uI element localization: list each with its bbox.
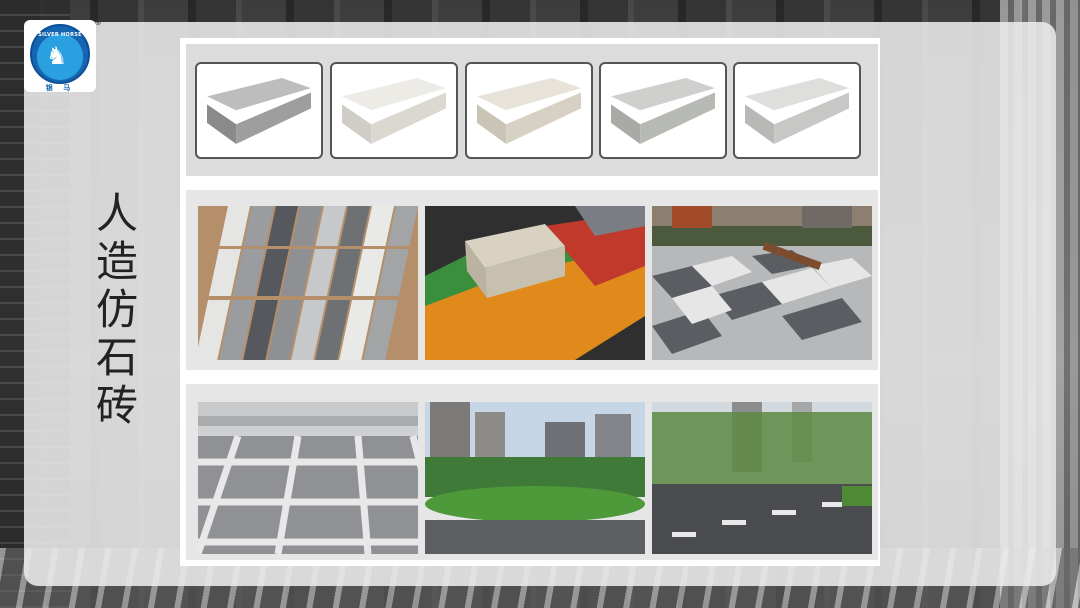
horse-icon: ♞ (46, 42, 68, 70)
logo-emblem: SILVER HORSE ♞ (30, 24, 90, 84)
park-path-photo (652, 402, 872, 554)
logo-text-en: SILVER HORSE (38, 32, 82, 38)
title-char: 石 (95, 333, 138, 382)
title-char: 造 (95, 237, 138, 286)
title-char: 砖 (95, 381, 138, 430)
brick-card (195, 62, 323, 159)
brick-image (207, 78, 311, 144)
brick-image (745, 78, 849, 144)
brick-card (733, 62, 861, 159)
brand-logo: SILVER HORSE ♞ 银 马 ® (24, 18, 102, 92)
brick-image (611, 78, 715, 144)
brick-card (465, 62, 593, 159)
residential-lawn-photo (425, 402, 645, 554)
plaza-paving-photo (652, 206, 872, 360)
striped-paving-photo (198, 206, 418, 360)
brick-image (342, 78, 446, 144)
brick-card (599, 62, 727, 159)
steps-grid-paving-photo (198, 402, 418, 554)
registered-mark: ® (94, 18, 102, 27)
title-char: 人 (95, 189, 138, 238)
title-char: 仿 (95, 285, 138, 334)
brick-image (477, 78, 581, 144)
page-title: 人 造 仿 石 砖 (92, 190, 142, 430)
brick-card (330, 62, 458, 159)
logo-text-cn: 银 马 (45, 84, 75, 92)
colored-bricks-photo (425, 206, 645, 360)
